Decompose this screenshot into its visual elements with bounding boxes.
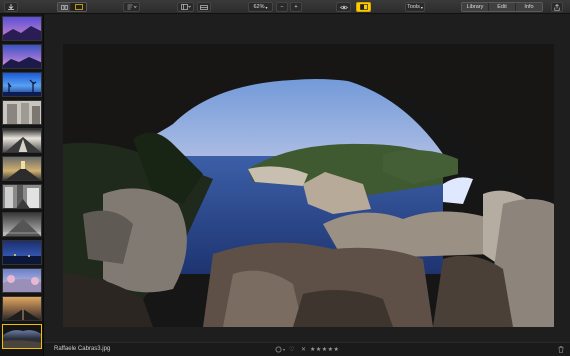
sort-icon	[127, 4, 137, 10]
tab-library-label: Library	[466, 4, 484, 10]
compare-split-button[interactable]	[356, 2, 371, 12]
zoom-value: 62%	[253, 4, 265, 10]
tab-library[interactable]: Library	[462, 3, 489, 11]
grid-view-button[interactable]	[58, 3, 71, 11]
sort-button[interactable]	[123, 2, 140, 12]
viewer-button[interactable]	[71, 3, 86, 11]
chevron-down-icon: ▾	[265, 4, 268, 10]
share-button[interactable]	[551, 2, 563, 12]
tab-edit[interactable]: Edit	[489, 3, 516, 11]
zoom-out-button[interactable]: −	[276, 2, 288, 12]
viewer-icon	[74, 4, 83, 10]
import-button[interactable]	[4, 2, 18, 12]
thumbnail[interactable]	[2, 268, 42, 293]
thumbnail-selected[interactable]	[2, 324, 42, 349]
grid-icon	[60, 4, 68, 10]
heart-icon[interactable]: ♡	[289, 346, 294, 354]
layout-icon	[180, 4, 191, 10]
filename-label: Raffaele Cabras3.jpg	[54, 346, 111, 352]
view-mode-toggle	[57, 2, 87, 12]
trash-glyph	[558, 346, 564, 353]
thumbnail[interactable]	[2, 44, 42, 69]
layout-button[interactable]	[177, 2, 194, 12]
download-icon	[8, 3, 14, 10]
zoom-out-label: −	[280, 4, 284, 10]
thumbnail[interactable]	[2, 72, 42, 97]
filmstrip-sidebar	[0, 14, 44, 356]
color-label-icon[interactable]	[275, 346, 282, 356]
thumbnail[interactable]	[2, 16, 42, 41]
tools-label: Tools	[407, 4, 420, 10]
tab-info-label: Info	[524, 4, 534, 10]
zoom-select[interactable]: 62% ▾	[248, 2, 273, 12]
chevron-down-icon[interactable]: ▾	[283, 346, 285, 354]
rating-stars[interactable]: ★★★★★	[310, 346, 339, 354]
thumbnail[interactable]	[2, 240, 42, 265]
circle-icon	[275, 346, 282, 353]
split-icon	[359, 4, 368, 10]
thumbnail[interactable]	[2, 100, 42, 125]
zoom-in-label: +	[294, 4, 298, 10]
top-toolbar: 62% ▾ − + Tools ▾ Library Edit Info	[0, 0, 570, 14]
trash-icon[interactable]	[558, 346, 564, 356]
thumbnail[interactable]	[2, 156, 42, 181]
mode-tabs: Library Edit Info	[461, 2, 543, 12]
reject-icon[interactable]: ✕	[301, 346, 306, 354]
compare-icon	[200, 4, 208, 10]
thumbnail[interactable]	[2, 128, 42, 153]
share-icon	[554, 3, 560, 11]
thumbnail[interactable]	[2, 212, 42, 237]
zoom-in-button[interactable]: +	[290, 2, 302, 12]
chevron-down-icon: ▾	[420, 4, 423, 10]
status-bar: Raffaele Cabras3.jpg ▾ ♡ ✕ ★★★★★	[44, 342, 570, 356]
main-photo[interactable]	[63, 44, 554, 327]
preview-button[interactable]	[336, 2, 351, 12]
tools-menu[interactable]: Tools ▾	[405, 2, 425, 12]
thumbnail[interactable]	[2, 184, 42, 209]
tab-edit-label: Edit	[497, 4, 507, 10]
thumbnail[interactable]	[2, 296, 42, 321]
compare-button[interactable]	[197, 2, 211, 12]
photo-viewer	[44, 14, 570, 342]
eye-icon	[339, 5, 348, 9]
tab-info[interactable]: Info	[516, 3, 542, 11]
